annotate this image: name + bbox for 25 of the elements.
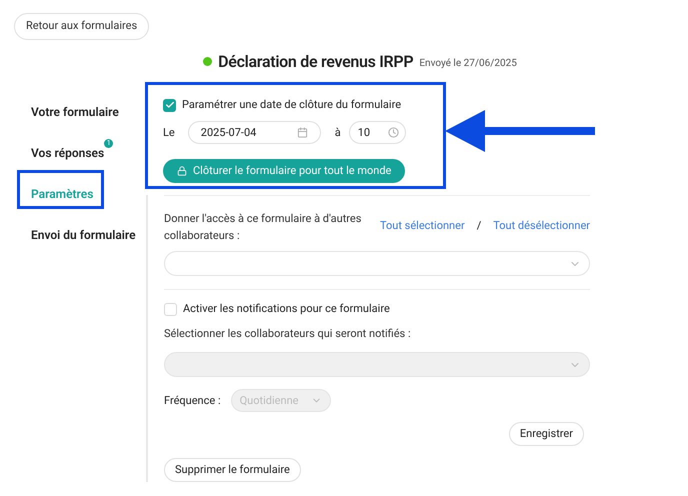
sidebar-item[interactable]: Envoi du formulaire — [31, 226, 136, 245]
lock-icon — [177, 166, 187, 176]
date-label: Le — [163, 124, 175, 140]
select-all-link[interactable]: Tout sélectionner — [380, 218, 465, 235]
sidebar-item[interactable]: Vos réponses — [31, 144, 104, 163]
clock-icon — [388, 127, 399, 138]
save-button[interactable]: Enregistrer — [508, 422, 584, 446]
form-title: Déclaration de revenus IRPP — [218, 50, 414, 73]
date-field[interactable]: 2025-07-04 — [188, 121, 321, 144]
checkbox-label: Activer les notifications pour ce formulaire — [183, 301, 390, 318]
select-field[interactable] — [164, 251, 590, 276]
sent-date: Envoyé le 27/06/2025 — [419, 56, 517, 71]
back-button[interactable]: Retour aux formulaires — [14, 12, 150, 40]
select-label: Sélectionner les collaborateurs qui seront notifiés : — [164, 326, 412, 342]
deselect-all-link[interactable]: Tout désélectionner — [493, 218, 590, 235]
sidebar-item[interactable]: Votre formulaire — [31, 102, 119, 122]
calendar-icon — [296, 127, 308, 138]
frequency-label: Fréquence : — [164, 392, 221, 408]
separator: / — [476, 218, 482, 234]
delete-button[interactable]: Supprimer le formulaire — [164, 458, 301, 482]
checkbox[interactable] — [163, 98, 176, 112]
time-label: à — [334, 124, 341, 140]
checkbox-label: Paramétrer une date de clôture du formulaire — [182, 96, 402, 113]
access-label: Donner l'accès à ce formulaire à d'autres collaborateurs : — [164, 211, 362, 244]
time-field[interactable]: 10 — [348, 121, 406, 144]
